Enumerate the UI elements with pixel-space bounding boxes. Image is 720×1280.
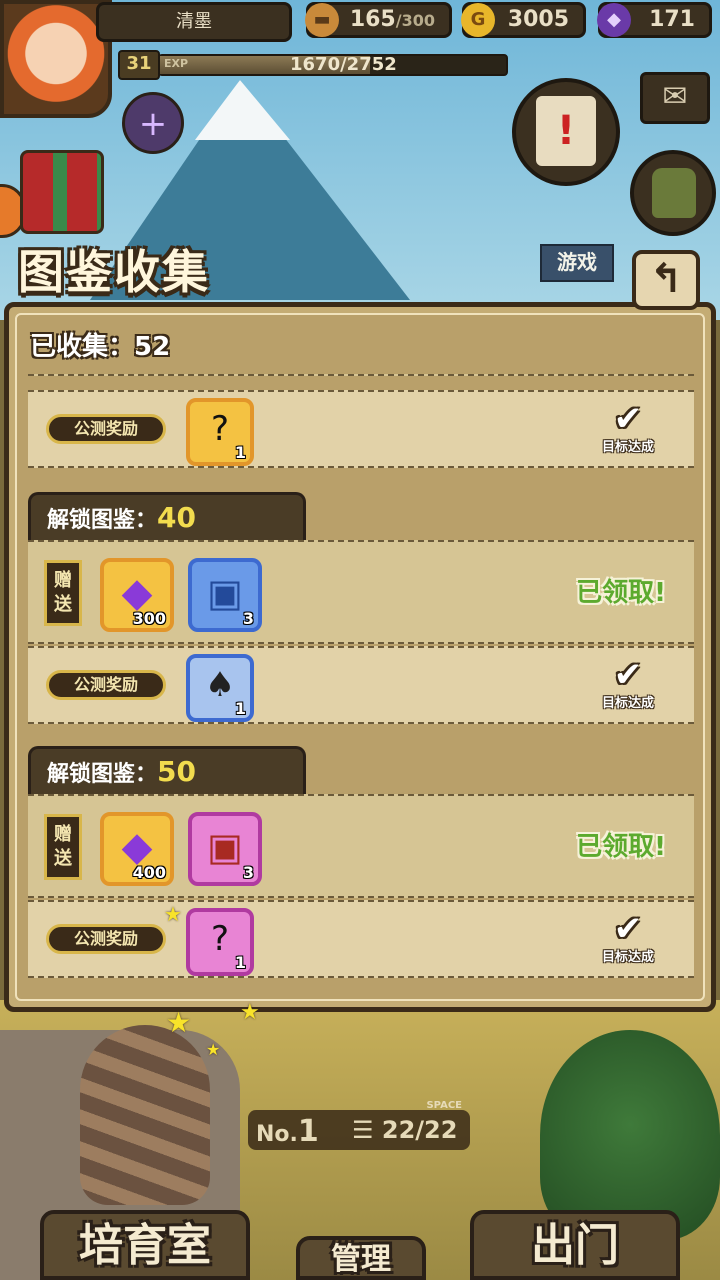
reward-item[interactable]: ? 1 [186, 908, 254, 976]
gold-value: 3005 [507, 7, 569, 32]
gift-tag: 赠送 [44, 814, 82, 880]
gift-tag: 赠送 [44, 560, 82, 626]
purple-gem-icon: ◆ [597, 3, 631, 37]
beta-reward-tag: 公测奖励 [46, 924, 166, 954]
list-icon: ☰ [352, 1116, 382, 1144]
player-level: 31 [118, 50, 160, 80]
goal-achieved-badge: ✔ 目标达成 [588, 658, 668, 718]
reward-row: 公测奖励 ? 1 ✔ 目标达成 [28, 390, 694, 468]
nursery-button[interactable]: 培育室 [40, 1210, 250, 1280]
backpack-icon [652, 168, 696, 218]
gold-coin-icon: G [461, 3, 495, 37]
stamina-max: /300 [395, 11, 435, 30]
buy-gems-button[interactable]: + [122, 92, 184, 154]
mail-button[interactable]: ✉ [640, 72, 710, 124]
reward-item[interactable]: ♠ 1 [186, 654, 254, 722]
goal-achieved-badge: ✔ 目标达成 [588, 402, 668, 462]
claimed-label: 已领取! [576, 832, 666, 862]
gem-counter: ◆ 171 [597, 2, 712, 38]
claimed-label: 已领取! [576, 578, 666, 608]
beta-reward-tag: 公测奖励 [46, 670, 166, 700]
section-header: 解锁图鉴：50 [28, 746, 306, 794]
item-quantity: 1 [234, 699, 246, 718]
goal-achieved-badge: ✔ 目标达成 [588, 912, 668, 972]
item-quantity: 3 [242, 609, 254, 628]
goal-achieved-label: 目标达成 [601, 440, 654, 455]
reward-item[interactable]: ▣ 3 [188, 812, 262, 886]
item-quantity: 1 [234, 953, 246, 972]
bread-icon: ▬ [305, 3, 339, 37]
collected-count: 已收集：52 [30, 332, 171, 362]
reward-item[interactable]: ? 1 [186, 398, 254, 466]
go-out-button[interactable]: 出门 [470, 1210, 680, 1280]
quest-alert-icon: ! [536, 96, 596, 166]
pet-slot-indicator: No.1 SPACE ☰ 22/22 [248, 1100, 470, 1150]
reward-row: 赠送 ◆ 400 ▣ 3 已领取! [28, 794, 694, 898]
manage-button[interactable]: 管理 [296, 1236, 426, 1280]
item-quantity: 300 [132, 609, 166, 628]
sparkle-star-icon: ★ [240, 1000, 260, 1025]
section-number: 40 [157, 501, 196, 534]
goal-achieved-label: 目标达成 [601, 696, 654, 711]
gift-box-button[interactable] [20, 150, 104, 234]
sparkle-star-icon: ★ [166, 1006, 192, 1039]
beta-reward-tag: 公测奖励 [46, 414, 166, 444]
game-sign: 游戏 [540, 244, 614, 282]
mountain-snowcap [195, 80, 290, 140]
exp-bar: EXP 1670/2752 [158, 54, 508, 76]
item-quantity: 3 [242, 863, 254, 882]
slot-no-prefix: No. [256, 1122, 298, 1147]
section-header: 解锁图鉴：40 [28, 492, 306, 540]
checkmark-icon: ✔ [613, 909, 643, 949]
section-label: 解锁图鉴： [47, 762, 158, 787]
exp-label: EXP [164, 57, 189, 70]
exp-value: 1670/2752 [290, 54, 397, 75]
sparkle-star-icon: ★ [206, 1040, 221, 1059]
reward-list[interactable]: 公测奖励 ? 1 ✔ 目标达成 解锁图鉴：40 赠送 ◆ 300 ▣ 3 已领取… [28, 374, 696, 984]
pet-tail-scenery [80, 1025, 210, 1205]
reward-item[interactable]: ◆ 300 [100, 558, 174, 632]
quest-scroll-button[interactable]: ! [512, 78, 620, 186]
item-quantity: 1 [234, 443, 246, 462]
section-number: 50 [157, 755, 196, 788]
checkmark-icon: ✔ [613, 399, 643, 439]
slot-number: 1 [297, 1114, 319, 1149]
panel-title: 图鉴收集 [18, 245, 210, 299]
slot-count: 22/22 [381, 1116, 458, 1144]
reward-row: 公测奖励 ? 1 ★ ✔ 目标达成 [28, 900, 694, 978]
goal-achieved-label: 目标达成 [601, 950, 654, 965]
backpack-button[interactable] [630, 150, 716, 236]
player-name: 清墨 [96, 2, 292, 42]
checkmark-icon: ✔ [613, 655, 643, 695]
sparkle-star-icon: ★ [164, 902, 182, 926]
space-label: SPACE [426, 1100, 462, 1111]
tree-scenery [540, 1030, 720, 1240]
reward-item[interactable]: ▣ 3 [188, 558, 262, 632]
item-quantity: 400 [132, 863, 166, 882]
reward-row: 赠送 ◆ 300 ▣ 3 已领取! [28, 540, 694, 644]
reward-row: 公测奖励 ♠ 1 ✔ 目标达成 [28, 646, 694, 724]
section-label: 解锁图鉴： [47, 508, 158, 533]
back-button[interactable]: ↰ [632, 250, 700, 310]
gold-counter: G 3005 [461, 2, 586, 38]
stamina-counter: ▬ 165/300 [305, 2, 452, 38]
reward-item[interactable]: ◆ 400 [100, 812, 174, 886]
stamina-value: 165 [349, 7, 396, 32]
list-item-partial [28, 374, 694, 376]
gem-value: 171 [649, 7, 695, 32]
